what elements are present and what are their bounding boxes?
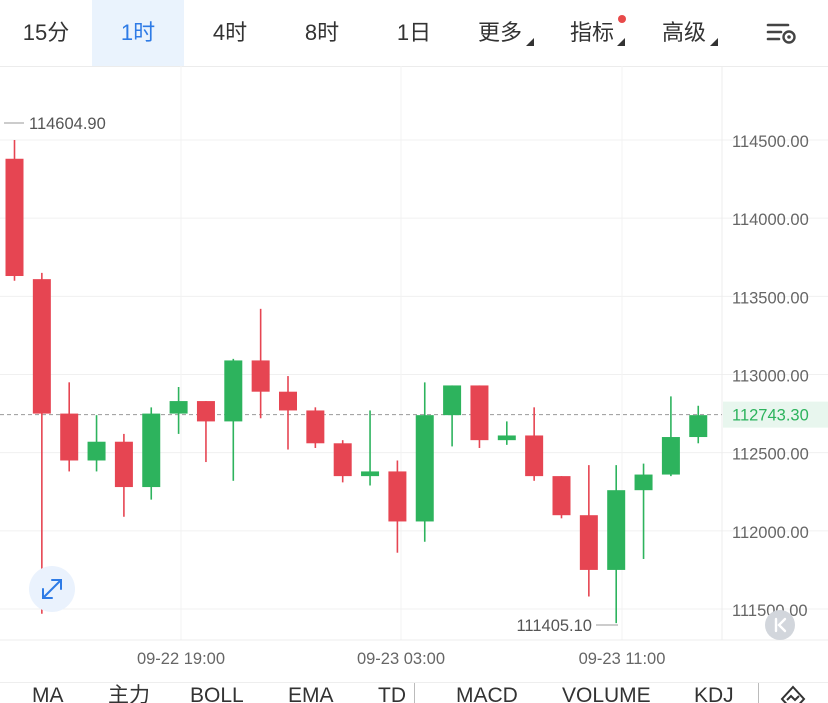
indicator-bar: MA 主力 BOLL EMA TD MACD VOLUME KDJ bbox=[0, 682, 828, 703]
candle-body bbox=[634, 474, 653, 491]
time-axis-label: 09-22 19:00 bbox=[137, 650, 225, 668]
time-axis-label: 09-23 03:00 bbox=[357, 650, 445, 668]
candle-body bbox=[525, 435, 544, 477]
indicator-macd[interactable]: MACD bbox=[456, 685, 518, 703]
expand-arrows-icon bbox=[42, 579, 62, 599]
tab-1day[interactable]: 1日 bbox=[368, 0, 460, 66]
tab-more-label: 更多 bbox=[477, 20, 522, 45]
indicator-divider bbox=[414, 683, 415, 703]
candle-body bbox=[361, 471, 380, 477]
indicator-kdj[interactable]: KDJ bbox=[694, 685, 734, 703]
candle-body bbox=[388, 471, 407, 522]
candle-body bbox=[114, 441, 133, 488]
candle-body bbox=[224, 360, 243, 422]
tab-15min[interactable]: 15分 bbox=[0, 0, 92, 66]
price-axis-label: 114000.00 bbox=[732, 211, 809, 229]
drawing-tool-icon[interactable] bbox=[780, 685, 806, 703]
timeframe-tab-bar: 15分 1时 4时 8时 1日 更多 指标 高级 bbox=[0, 0, 828, 67]
tab-4hour[interactable]: 4时 bbox=[184, 0, 276, 66]
candlestick-chart[interactable]: 114500.00 114000.00 113500.00 113000.00 1125… bbox=[0, 66, 828, 682]
tab-more[interactable]: 更多 bbox=[460, 0, 540, 66]
price-axis-label: 113500.00 bbox=[732, 289, 809, 307]
candle-body bbox=[552, 476, 571, 516]
tab-advanced-label: 高级 bbox=[661, 20, 706, 45]
indicator-ma[interactable]: MA bbox=[32, 685, 64, 703]
candle-body bbox=[443, 385, 462, 416]
candle-body bbox=[169, 401, 188, 414]
candle-body bbox=[279, 391, 297, 411]
price-axis-label: 113000.00 bbox=[732, 368, 809, 386]
candle-body bbox=[5, 158, 24, 277]
expand-chart-button[interactable] bbox=[29, 566, 75, 612]
indicator-volume[interactable]: VOLUME bbox=[562, 685, 651, 703]
candle-body bbox=[306, 410, 325, 444]
candle-body bbox=[689, 415, 708, 438]
price-axis-label: 112500.00 bbox=[732, 446, 809, 464]
tab-8hour[interactable]: 8时 bbox=[276, 0, 368, 66]
candle-body bbox=[32, 279, 51, 414]
low-marker-label: 111405.10 bbox=[516, 617, 592, 635]
candle-body bbox=[333, 443, 352, 477]
candle-body bbox=[60, 413, 79, 461]
candle-body bbox=[87, 441, 106, 461]
tab-indicators[interactable]: 指标 bbox=[552, 0, 632, 66]
indicator-td[interactable]: TD bbox=[378, 685, 406, 703]
indicator-divider-2 bbox=[758, 683, 759, 703]
last-price-label: 112743.30 bbox=[732, 407, 809, 425]
candle-body bbox=[470, 385, 489, 441]
candle-body bbox=[251, 360, 270, 392]
candle-body bbox=[142, 413, 161, 488]
price-axis-label: 114500.00 bbox=[732, 133, 809, 151]
more-dropdown-icon bbox=[526, 38, 534, 46]
tab-1hour[interactable]: 1时 bbox=[92, 0, 184, 66]
indicators-dropdown-icon bbox=[617, 38, 625, 46]
candle-body bbox=[196, 401, 215, 422]
candle-body bbox=[415, 415, 434, 522]
indicator-ema[interactable]: EMA bbox=[288, 685, 334, 703]
settings-sliders-icon[interactable] bbox=[764, 18, 798, 48]
candle-body bbox=[579, 515, 598, 570]
tab-indicators-label: 指标 bbox=[569, 20, 614, 45]
indicator-main-force[interactable]: 主力 bbox=[108, 685, 150, 703]
tab-advanced[interactable]: 高级 bbox=[644, 0, 724, 66]
settings-sliders-icon-svg bbox=[766, 23, 796, 44]
notification-dot-icon bbox=[618, 15, 626, 23]
double-chevron-left-icon bbox=[774, 617, 787, 633]
scroll-to-latest-button[interactable] bbox=[765, 610, 795, 640]
high-marker-label: 114604.90 bbox=[29, 115, 106, 133]
candle-body bbox=[661, 437, 680, 475]
candle-body bbox=[607, 490, 626, 570]
price-axis-label: 112000.00 bbox=[732, 524, 809, 542]
candle-body bbox=[497, 435, 516, 441]
time-axis-label: 09-23 11:00 bbox=[579, 650, 666, 668]
advanced-dropdown-icon bbox=[710, 38, 718, 46]
indicator-boll[interactable]: BOLL bbox=[190, 685, 244, 703]
